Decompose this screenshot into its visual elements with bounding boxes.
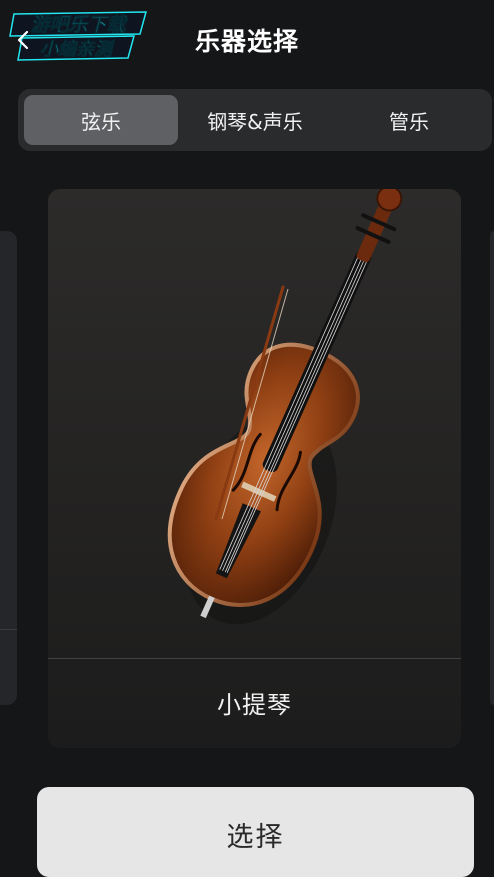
instrument-tabs: 弦乐 钢琴&声乐 管乐 (18, 89, 492, 151)
instrument-card[interactable]: 小提琴 (48, 189, 461, 748)
tab-piano-vocal[interactable]: 钢琴&声乐 (178, 95, 332, 145)
instrument-name: 小提琴 (217, 691, 292, 719)
tab-strings[interactable]: 弦乐 (24, 95, 178, 145)
page-title: 乐器选择 (194, 27, 299, 56)
next-instrument-card[interactable] (490, 231, 494, 705)
cello-image (167, 189, 403, 625)
select-button[interactable]: 选择 (37, 787, 474, 877)
previous-instrument-card[interactable] (0, 231, 17, 705)
tab-winds[interactable]: 管乐 (332, 95, 486, 145)
